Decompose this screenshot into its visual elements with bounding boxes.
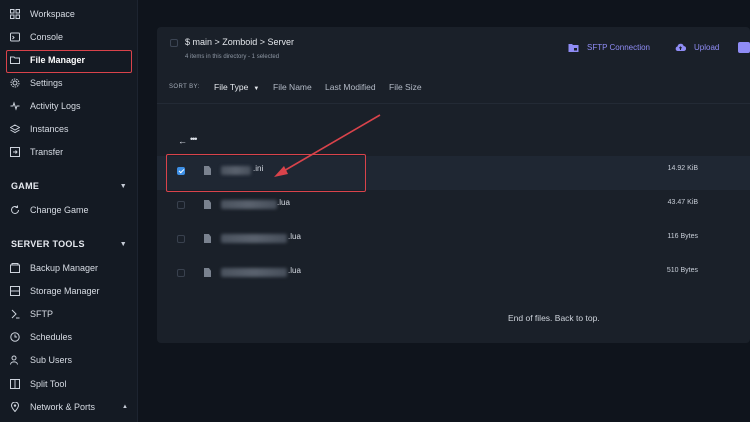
sidebar-item-label: Storage Manager [30, 286, 100, 296]
section-server-tools[interactable]: SERVER TOOLS ▼ [11, 239, 127, 249]
more-options-button[interactable] [738, 42, 750, 53]
sidebar-item-split-tool[interactable]: Split Tool [10, 374, 66, 394]
file-extension: .lua [288, 232, 301, 241]
section-game[interactable]: GAME ▼ [11, 181, 127, 191]
sidebar-item-workspace[interactable]: Workspace [10, 4, 75, 24]
sidebar-item-sub-users[interactable]: Sub Users [10, 350, 72, 370]
file-extension: .lua [277, 198, 290, 207]
redacted-filename [221, 234, 287, 243]
sidebar-item-label: SFTP [30, 309, 54, 319]
terminal-icon [10, 32, 20, 42]
chevron-down-icon: ▼ [119, 240, 127, 248]
storage-icon [10, 286, 20, 296]
sidebar-item-label: Split Tool [30, 379, 67, 389]
sidebar-item-label: Backup Manager [30, 263, 99, 273]
sidebar-item-storage-manager[interactable]: Storage Manager [10, 281, 100, 301]
sftp-connection-button[interactable]: SFTP Connection [568, 42, 650, 53]
breadcrumb: $ main > Zomboid > Server [185, 37, 295, 47]
sidebar-item-label: Network & Ports [30, 402, 96, 412]
redacted-filename [221, 200, 277, 209]
sort-by-label: SORT BY: [169, 84, 200, 90]
upload-button[interactable]: Upload [675, 42, 719, 53]
split-icon [10, 379, 20, 389]
sidebar-item-backup-manager[interactable]: Backup Manager [10, 258, 98, 278]
sidebar-item-label: Settings [30, 78, 63, 88]
refresh-icon [10, 205, 20, 215]
redacted-filename [221, 268, 287, 277]
row-checkbox[interactable] [177, 235, 185, 243]
sidebar-item-network-ports[interactable]: Network & Ports ▲ [10, 397, 128, 417]
gear-icon [10, 78, 20, 88]
file-manager-highlight [6, 50, 132, 73]
sidebar-item-sftp[interactable]: SFTP [10, 304, 53, 324]
sidebar-item-change-game[interactable]: Change Game [10, 200, 89, 220]
sidebar-item-instances[interactable]: Instances [10, 119, 69, 139]
sort-option-file-type[interactable]: File Type ▼ [214, 82, 259, 92]
sidebar-item-label: Activity Logs [30, 101, 81, 111]
chevron-down-icon: ▼ [119, 182, 127, 190]
chevron-up-icon: ▲ [122, 404, 128, 410]
directory-summary: 4 items in this directory - 1 selected [185, 54, 280, 60]
sidebar: Workspace Console File Manager Settings … [0, 0, 138, 422]
sidebar-item-label: Console [30, 32, 64, 42]
clock-icon [10, 332, 20, 342]
divider [157, 103, 750, 104]
transfer-icon [10, 147, 20, 157]
sidebar-item-settings[interactable]: Settings [10, 73, 63, 93]
file-size: 14.92 KiB [667, 165, 698, 172]
sidebar-item-label: Change Game [30, 205, 89, 215]
caret-down-icon: ▼ [253, 86, 260, 92]
selected-file-highlight [166, 154, 366, 192]
file-row[interactable]: .lua 510 Bytes [157, 258, 750, 292]
sidebar-item-label: Transfer [30, 147, 64, 157]
file-size: 510 Bytes [666, 267, 698, 274]
sidebar-item-label: Workspace [30, 9, 75, 19]
sort-option-file-name[interactable]: File Name [273, 82, 312, 92]
sidebar-item-schedules[interactable]: Schedules [10, 327, 72, 347]
sidebar-item-label: Schedules [30, 332, 73, 342]
sftp-icon [10, 309, 20, 319]
file-size: 43.47 KiB [667, 199, 698, 206]
sort-option-last-modified[interactable]: Last Modified [325, 82, 376, 92]
activity-icon [10, 101, 20, 111]
file-row[interactable]: .lua 43.47 KiB [157, 190, 750, 224]
file-row[interactable]: .lua 116 Bytes [157, 224, 750, 258]
file-extension: .lua [288, 266, 301, 275]
file-icon [204, 268, 211, 277]
sidebar-item-console[interactable]: Console [10, 27, 63, 47]
folder-lock-icon [568, 44, 579, 52]
select-all-checkbox[interactable] [170, 39, 178, 47]
location-icon [10, 402, 20, 412]
file-icon [204, 200, 211, 209]
sidebar-item-label: Sub Users [30, 355, 73, 365]
file-size: 116 Bytes [667, 233, 698, 240]
sort-option-file-size[interactable]: File Size [389, 82, 422, 92]
sidebar-item-label: Instances [30, 124, 69, 134]
grid-icon [10, 9, 20, 19]
ellipsis-icon[interactable]: ••• [190, 134, 198, 144]
cloud-upload-icon [675, 43, 686, 52]
row-checkbox[interactable] [177, 201, 185, 209]
sidebar-item-transfer[interactable]: Transfer [10, 142, 63, 162]
backup-icon [10, 263, 20, 273]
back-arrow-icon[interactable]: ← [178, 136, 187, 146]
users-icon [10, 355, 20, 365]
sidebar-item-activity-logs[interactable]: Activity Logs [10, 96, 81, 116]
row-checkbox[interactable] [177, 269, 185, 277]
layers-icon [10, 124, 20, 134]
end-of-files-link[interactable]: End of files. Back to top. [508, 313, 600, 323]
file-icon [204, 234, 211, 243]
